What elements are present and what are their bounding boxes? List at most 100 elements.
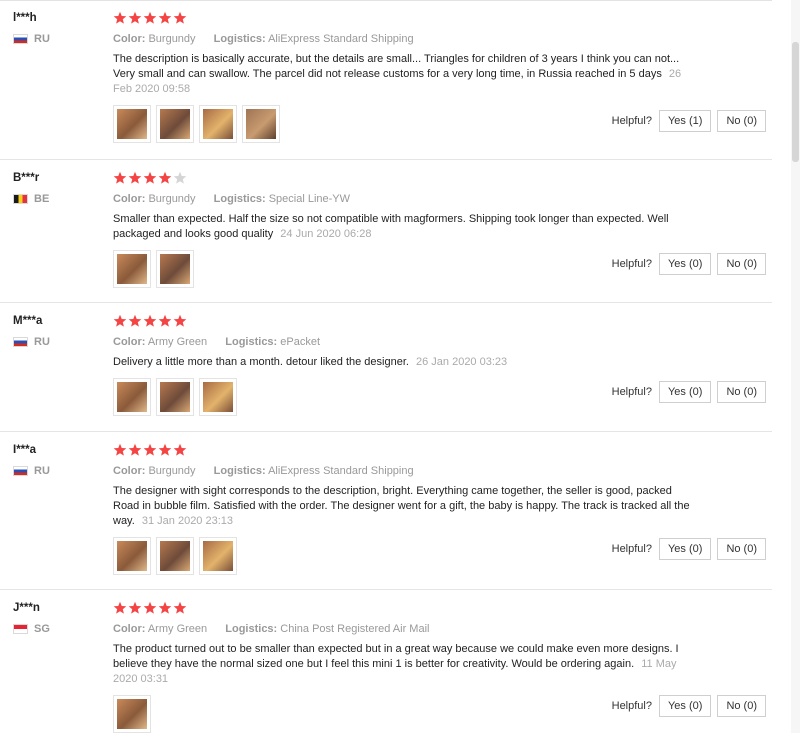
review-photos [113,250,693,288]
helpful-yes-button[interactable]: Yes (0) [658,253,712,275]
star-filled-icon [143,601,157,614]
review-content: Color: Burgundy Logistics: AliExpress St… [113,11,693,143]
review-photo-thumbnail[interactable] [199,378,237,416]
review-photo-thumbnail[interactable] [113,695,151,733]
color-value: Army Green [147,623,208,635]
star-rating [113,314,693,328]
color-label: Color: [113,33,146,45]
review-photo-thumbnail[interactable] [113,537,151,575]
photo-icon [117,382,147,412]
star-filled-icon [128,171,142,184]
photo-icon [117,109,147,139]
review-photo-thumbnail[interactable] [156,250,194,288]
helpful-yes-button[interactable]: Yes (0) [658,538,712,560]
scrollbar-thumb[interactable] [792,42,799,162]
review-body: The product turned out to be smaller tha… [113,643,679,670]
color-value: Army Green [147,336,208,348]
helpful-yes-button[interactable]: Yes (0) [658,381,712,403]
reviewer-country: BE [13,193,49,205]
helpful-label: Helpful? [611,258,652,270]
logistics-value: AliExpress Standard Shipping [268,33,414,45]
helpful-yes-button[interactable]: Yes (0) [658,695,712,717]
review-photos [113,695,693,733]
belgium-flag-icon [13,194,28,204]
photo-icon [203,382,233,412]
country-code: RU [34,465,50,477]
star-filled-icon [128,11,142,24]
review-attributes: Color: Burgundy Logistics: Special Line-… [113,192,693,206]
photo-icon [160,382,190,412]
color-label: Color: [113,193,146,205]
star-filled-icon [158,601,172,614]
helpful-no-button[interactable]: No (0) [717,253,766,275]
review-text: Smaller than expected. Half the size so … [113,212,693,242]
star-rating [113,171,693,185]
review-photo-thumbnail[interactable] [242,105,280,143]
reviewer-info: J***n SG [13,601,50,635]
helpful-controls: Helpful? Yes (0) No (0) [612,538,766,560]
star-filled-icon [143,11,157,24]
reviewer-country: RU [13,33,50,45]
reviewer-country: SG [13,623,50,635]
helpful-no-button[interactable]: No (0) [717,538,766,560]
color-label: Color: [113,336,146,348]
review-photo-thumbnail[interactable] [156,105,194,143]
star-filled-icon [173,443,187,456]
country-code: BE [34,193,50,205]
review-attributes: Color: Burgundy Logistics: AliExpress St… [113,464,693,478]
helpful-label: Helpful? [611,386,652,398]
review-photo-thumbnail[interactable] [156,378,194,416]
review-photo-thumbnail[interactable] [113,378,151,416]
reviewer-name: M***a [13,315,43,327]
review-item: B***r BE Color: Burgundy Logistics: Spec… [0,160,772,303]
star-filled-icon [113,314,127,327]
helpful-yes-button[interactable]: Yes (1) [658,110,712,132]
review-text: Delivery a little more than a month. det… [113,355,693,370]
helpful-label: Helpful? [611,543,652,555]
logistics-value: ePacket [280,336,321,348]
star-filled-icon [113,443,127,456]
reviewer-info: l***h RU [13,11,50,45]
review-photo-thumbnail[interactable] [113,250,151,288]
helpful-controls: Helpful? Yes (1) No (0) [612,110,766,132]
page-scrollbar[interactable] [791,0,800,733]
star-filled-icon [173,601,187,614]
helpful-label: Helpful? [611,700,652,712]
star-filled-icon [143,314,157,327]
color-label: Color: [113,465,146,477]
review-photo-thumbnail[interactable] [199,537,237,575]
review-date: 24 Jun 2020 06:28 [280,228,372,240]
review-photo-thumbnail[interactable] [199,105,237,143]
review-item: l***h RU Color: Burgundy Logistics: AliE… [0,0,772,160]
helpful-no-button[interactable]: No (0) [717,381,766,403]
review-photos [113,537,693,575]
logistics-value: Special Line-YW [268,193,351,205]
review-body: Delivery a little more than a month. det… [113,356,409,368]
helpful-controls: Helpful? Yes (0) No (0) [612,695,766,717]
reviewer-info: M***a RU [13,314,50,348]
reviewer-name: J***n [13,602,40,614]
star-filled-icon [173,314,187,327]
photo-icon [117,699,147,729]
star-rating [113,443,693,457]
photo-icon [203,109,233,139]
color-value: Burgundy [148,193,196,205]
review-attributes: Color: Army Green Logistics: ePacket [113,335,693,349]
singapore-flag-icon [13,624,28,634]
photo-icon [160,109,190,139]
star-empty-icon [173,171,187,184]
reviewer-name: l***h [13,12,37,24]
color-value: Burgundy [148,465,196,477]
review-photo-thumbnail[interactable] [113,105,151,143]
color-label: Color: [113,623,146,635]
helpful-no-button[interactable]: No (0) [717,110,766,132]
russia-flag-icon [13,337,28,347]
review-photo-thumbnail[interactable] [156,537,194,575]
review-date: 26 Jan 2020 03:23 [416,356,508,368]
helpful-no-button[interactable]: No (0) [717,695,766,717]
review-item: J***n SG Color: Army Green Logistics: Ch… [0,590,772,733]
star-filled-icon [143,171,157,184]
country-code: SG [34,623,50,635]
russia-flag-icon [13,466,28,476]
star-filled-icon [113,11,127,24]
